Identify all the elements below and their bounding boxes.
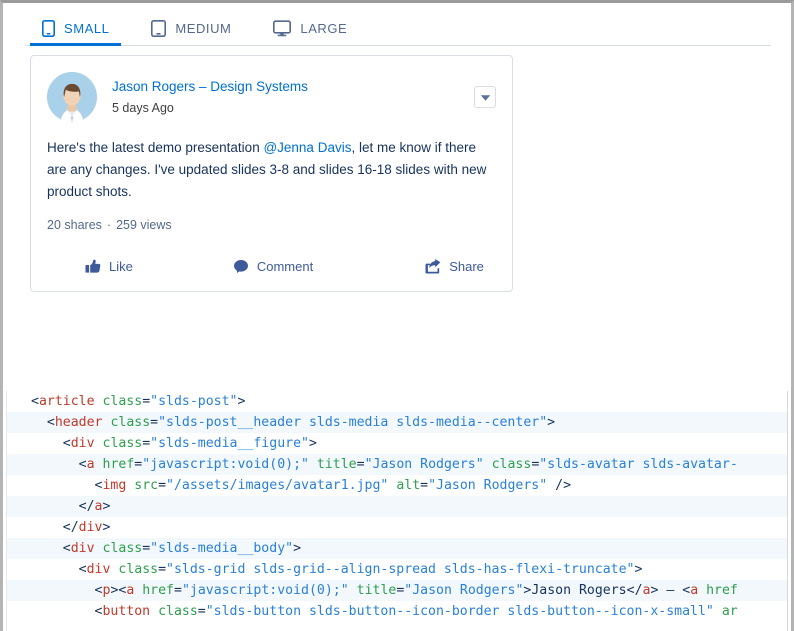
comment-label: Comment	[256, 258, 314, 274]
post-author-link[interactable]: Jason Rogers – Design Systems	[112, 79, 308, 96]
post-timestamp: 5 days Ago	[112, 101, 174, 115]
device-size-tabs: SMALL MEDIUM LARGE	[3, 3, 791, 46]
post-menu-button[interactable]	[474, 86, 496, 108]
mention-link[interactable]: @Jenna Davis	[263, 140, 351, 155]
tab-small[interactable]: SMALL	[30, 20, 122, 46]
tab-medium[interactable]: MEDIUM	[139, 20, 243, 46]
share-label: Share	[449, 258, 484, 274]
comment-bubble-icon	[233, 259, 249, 274]
code-line: </div>	[62, 520, 111, 535]
post-header-text: Jason Rogers – Design Systems 5 days Ago	[112, 78, 474, 116]
stats-separator: ·	[106, 217, 112, 232]
post-header: Jason Rogers – Design Systems 5 days Ago	[47, 72, 496, 122]
tablet-icon	[151, 20, 167, 37]
avatar[interactable]	[47, 72, 97, 122]
code-line: <p><a href="javascript:void(0);" title="…	[7, 580, 787, 601]
code-line: <a href="javascript:void(0);" title="Jas…	[7, 454, 787, 475]
post-card: Jason Rogers – Design Systems 5 days Ago…	[30, 55, 513, 292]
shares-count: 20 shares	[47, 217, 102, 232]
code-line: </a>	[7, 496, 787, 517]
page-frame: SMALL MEDIUM LARGE Jason Rogers – Design…	[0, 0, 794, 631]
code-line: <div class="slds-grid slds-grid--align-s…	[78, 562, 643, 577]
code-line: <div class="slds-media__figure">	[62, 436, 317, 451]
card-region: Jason Rogers – Design Systems 5 days Ago…	[3, 46, 791, 292]
chevron-down-icon	[480, 90, 491, 105]
share-button[interactable]: Share	[421, 256, 488, 277]
code-snippet-panel[interactable]: <article class="slds-post"> <header clas…	[6, 391, 788, 631]
share-icon	[425, 258, 441, 274]
post-stats: 20 shares · 259 views	[47, 218, 496, 232]
code-line: <button class="slds-button slds-button--…	[94, 604, 738, 619]
phone-icon	[42, 20, 55, 37]
post-actions: Like Comment Share	[47, 256, 496, 277]
code-line: <div class="slds-media__body">	[7, 538, 787, 559]
code-line: <header class="slds-post__header slds-me…	[7, 412, 787, 433]
tab-large-label: LARGE	[300, 21, 348, 36]
tab-large[interactable]: LARGE	[261, 20, 359, 46]
views-count: 259 views	[116, 217, 172, 232]
tab-small-label: SMALL	[64, 21, 110, 36]
code-line: <article class="slds-post">	[31, 394, 246, 409]
like-button[interactable]: Like	[81, 256, 137, 277]
tabs-underline	[25, 45, 771, 46]
desktop-icon	[273, 20, 292, 37]
tab-medium-label: MEDIUM	[175, 21, 232, 36]
like-label: Like	[109, 258, 133, 274]
post-body-part1: Here's the latest demo presentation	[47, 140, 264, 155]
thumbs-up-icon	[85, 259, 101, 274]
post-body: Here's the latest demo presentation @Jen…	[47, 137, 487, 203]
code-line: <img src="/assets/images/avatar1.jpg" al…	[94, 478, 572, 493]
comment-button[interactable]: Comment	[229, 256, 317, 277]
